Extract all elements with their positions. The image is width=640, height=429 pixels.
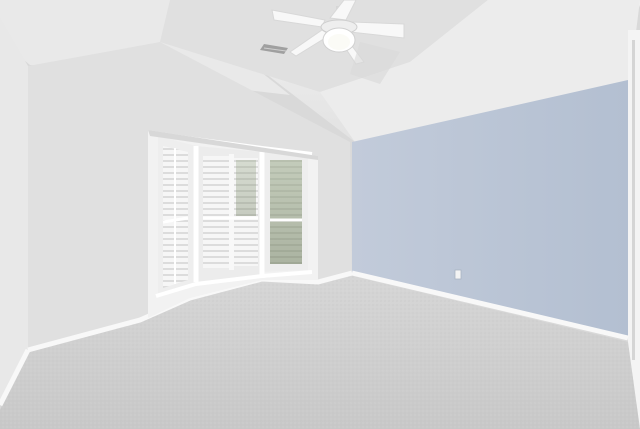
room-photo xyxy=(0,0,640,429)
wall-outlet xyxy=(454,269,462,280)
room-illustration xyxy=(0,0,640,429)
plantation-shutter-right xyxy=(270,160,302,264)
plantation-shutter-center xyxy=(203,154,258,270)
left-wall xyxy=(0,18,28,405)
plantation-shutter-left xyxy=(162,146,189,288)
